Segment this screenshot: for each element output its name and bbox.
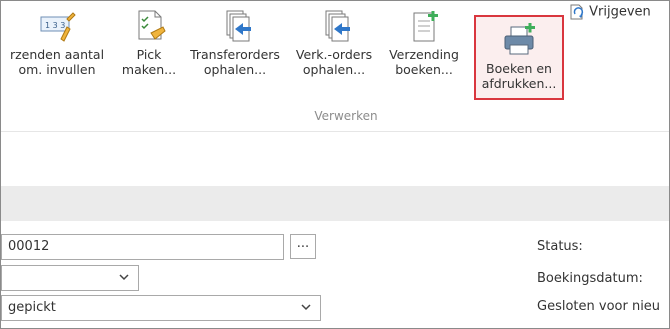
create-pick-label-1: Pick	[136, 47, 162, 62]
release-button[interactable]: Vrijgeven	[569, 4, 651, 24]
number-pencil-icon: 1 3 3	[37, 9, 77, 43]
window: 1 3 3 rzenden aantal om. invullen Pick m…	[0, 0, 670, 329]
location-dropdown[interactable]	[1, 265, 139, 291]
fill-qty-label-2: om. invullen	[18, 62, 96, 77]
post-and-print-label-1: Boeken en	[486, 61, 552, 76]
lookup-button[interactable]: ...	[290, 234, 316, 259]
post-shipment-button[interactable]: Verzending boeken...	[383, 9, 465, 77]
post-and-print-label-2: afdrukken...	[481, 76, 557, 91]
printer-plus-icon	[499, 22, 539, 57]
get-transfer-orders-label-1: Transferorders	[190, 47, 280, 62]
status-label: Status:	[537, 239, 583, 254]
release-icon	[569, 4, 585, 20]
release-label: Vrijgeven	[589, 4, 651, 20]
ribbon: 1 3 3 rzenden aantal om. invullen Pick m…	[1, 1, 669, 131]
post-shipment-label-1: Verzending	[389, 47, 459, 62]
get-transfer-orders-button[interactable]: Transferorders ophalen...	[185, 9, 285, 77]
ribbon-group-label: Verwerken	[314, 109, 378, 123]
chevron-down-icon	[300, 301, 312, 316]
post-shipment-label-2: boeken...	[395, 62, 453, 77]
fill-qty-to-ship-button[interactable]: 1 3 3 rzenden aantal om. invullen	[1, 9, 113, 77]
status-dropdown-value: gepickt	[8, 300, 56, 315]
create-pick-button[interactable]: Pick maken...	[119, 9, 179, 77]
chevron-down-icon	[118, 271, 130, 286]
get-transfer-orders-label-2: ophalen...	[203, 62, 267, 77]
fill-qty-label-1: rzenden aantal	[9, 47, 105, 62]
svg-text:1 3 3: 1 3 3	[45, 21, 65, 30]
documents-arrow-icon	[314, 9, 354, 43]
get-sales-orders-label-1: Verk.-orders	[295, 47, 373, 62]
status-dropdown[interactable]: gepickt	[1, 295, 321, 321]
no-field[interactable]: 00012	[1, 234, 284, 260]
closed-for-label: Gesloten voor nieu	[537, 299, 661, 314]
section-header-band	[1, 186, 669, 221]
document-check-icon	[129, 9, 169, 43]
get-sales-orders-label-2: ophalen...	[302, 62, 366, 77]
create-pick-label-2: maken...	[121, 62, 177, 77]
get-sales-orders-button[interactable]: Verk.-orders ophalen...	[291, 9, 377, 77]
posting-date-label: Boekingsdatum:	[537, 271, 643, 286]
document-plus-icon	[404, 9, 444, 43]
info-band	[1, 131, 669, 186]
post-and-print-button[interactable]: Boeken en afdrukken...	[474, 15, 564, 100]
documents-arrow-icon	[215, 9, 255, 43]
no-field-value: 00012	[8, 239, 50, 254]
